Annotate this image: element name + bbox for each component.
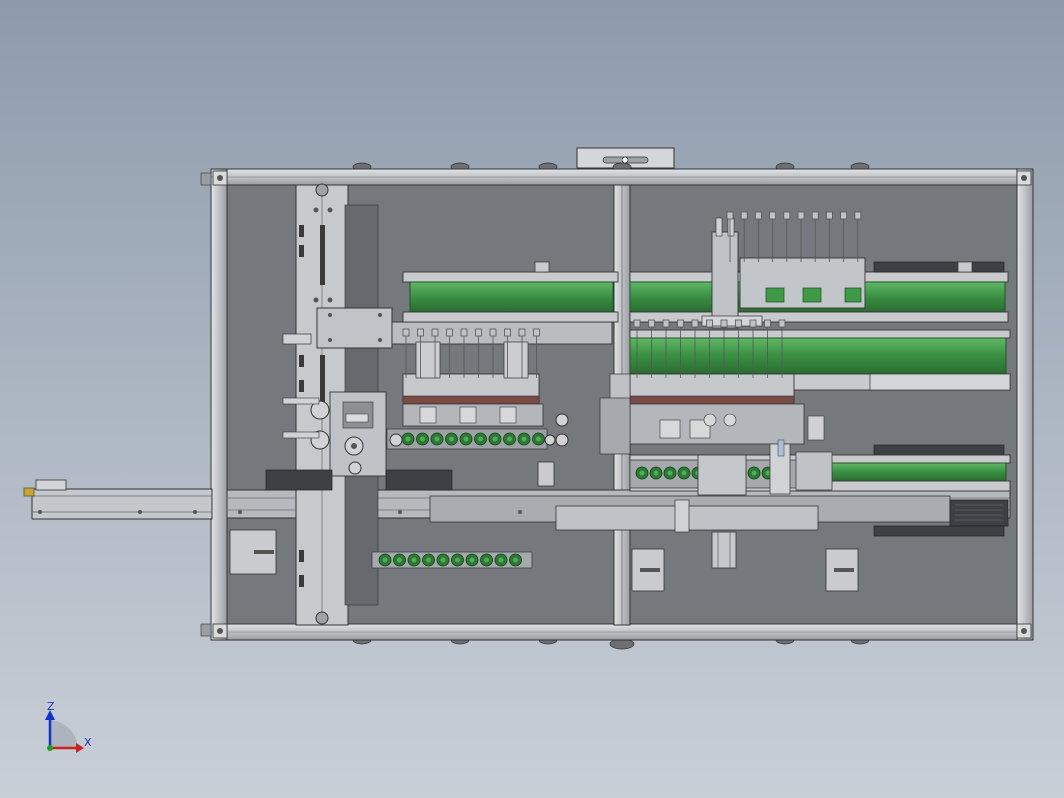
nozzle-icon (648, 319, 655, 328)
nozzle-icon (633, 319, 641, 328)
coordinate-triad: Z X (45, 700, 92, 753)
nozzle-icon (778, 319, 786, 328)
nozzle-icon (402, 328, 410, 337)
nozzle-icon (446, 328, 453, 337)
nozzle-icon (677, 319, 684, 328)
nozzle-icon (764, 319, 771, 328)
machine-assembly[interactable] (23, 147, 1034, 650)
nozzle-icon (826, 211, 833, 220)
left-feed-arm[interactable] (23, 479, 213, 520)
nozzle-icon (662, 319, 670, 328)
nozzle-icon (749, 319, 757, 328)
nozzle-icon (797, 211, 805, 220)
origin-point-icon (47, 745, 53, 751)
nozzle-icon (533, 328, 540, 337)
nozzle-icon (460, 328, 468, 337)
x-axis-label: X (84, 736, 92, 749)
nozzle-icon (769, 211, 776, 220)
nozzle-icon (504, 328, 511, 337)
cad-viewport[interactable]: Z X (0, 0, 1064, 798)
nozzle-icon (691, 319, 699, 328)
nozzle-icon (811, 211, 819, 220)
z-axis-label: Z (47, 700, 55, 713)
nozzle-icon (518, 328, 526, 337)
nozzle-icon (417, 328, 424, 337)
nozzle-icon (840, 211, 847, 220)
bottom-roller-row (371, 551, 533, 569)
nozzle-icon (475, 328, 482, 337)
triad-plane (50, 720, 78, 748)
nozzle-icon (735, 319, 742, 328)
nozzle-icon (740, 211, 748, 220)
x-arrow-head-icon (76, 743, 84, 753)
nozzle-icon (489, 328, 497, 337)
nozzle-icon (755, 211, 762, 220)
nozzle-icon (783, 211, 791, 220)
nozzle-icon (726, 211, 734, 220)
nozzle-icon (854, 211, 862, 220)
nozzle-icon (706, 319, 713, 328)
nozzle-icon (431, 328, 439, 337)
nozzle-icon (720, 319, 728, 328)
